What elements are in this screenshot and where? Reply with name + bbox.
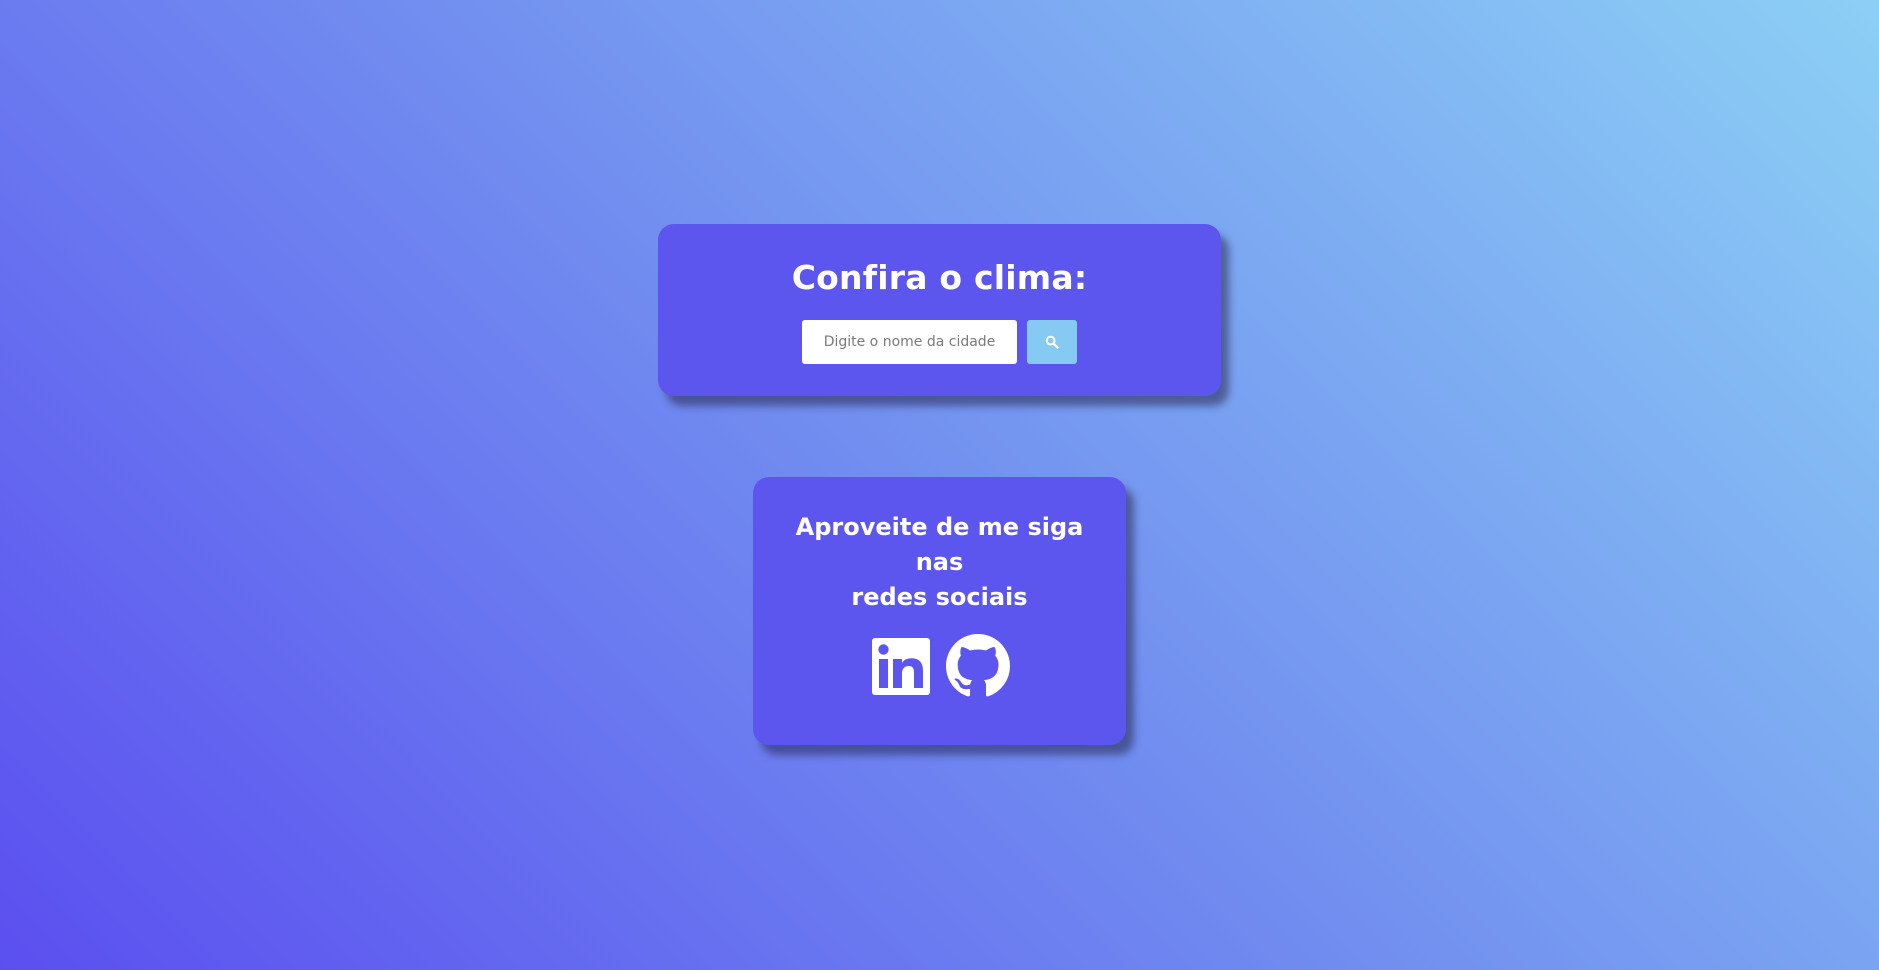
- social-heading-line2: redes sociais: [851, 583, 1028, 611]
- search-button[interactable]: [1027, 320, 1077, 364]
- city-search-input[interactable]: [802, 320, 1017, 364]
- search-row: [802, 320, 1077, 364]
- social-icons: [753, 634, 1126, 702]
- github-link[interactable]: [945, 634, 1010, 702]
- github-icon: [945, 634, 1010, 697]
- weather-card: Confira o clima:: [658, 224, 1221, 396]
- weather-title: Confira o clima:: [791, 258, 1088, 297]
- linkedin-link[interactable]: [871, 637, 930, 699]
- linkedin-icon: [871, 637, 930, 695]
- search-icon: [1045, 335, 1059, 349]
- social-card: Aproveite de me siga nas redes sociais: [753, 477, 1126, 745]
- social-heading-line1: Aproveite de me siga nas: [795, 513, 1084, 576]
- social-heading: Aproveite de me siga nas redes sociais: [773, 510, 1106, 615]
